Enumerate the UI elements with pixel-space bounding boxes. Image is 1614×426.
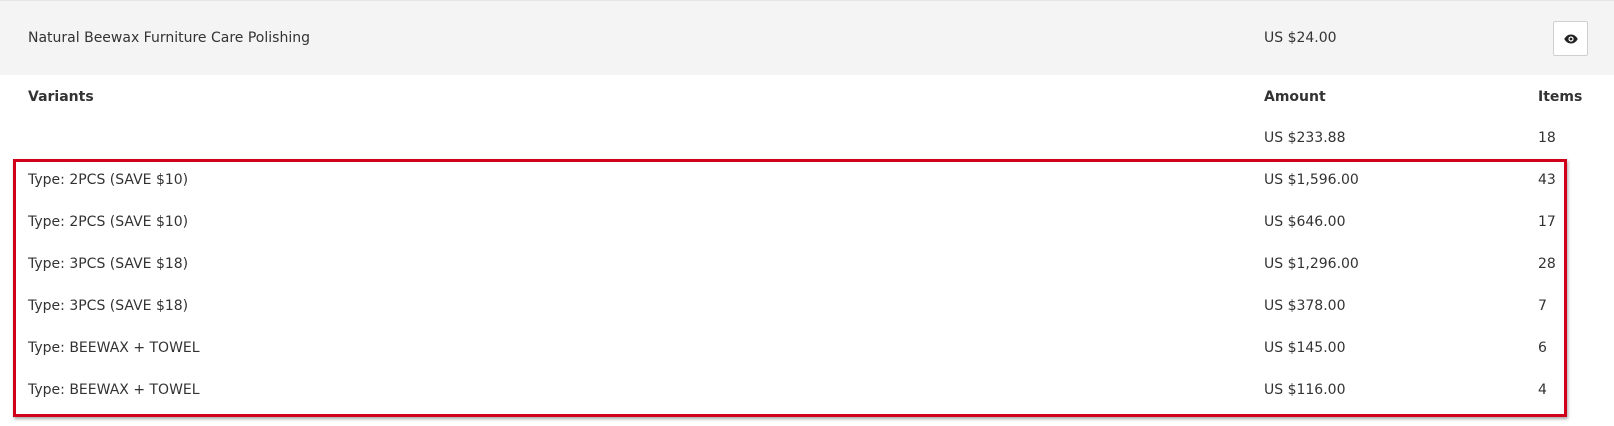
- amount-cell: US $233.88: [1264, 130, 1346, 146]
- amount-cell: US $1,596.00: [1264, 172, 1359, 188]
- variant-cell: Type: 3PCS (SAVE $18): [28, 256, 189, 272]
- items-cell: 43: [1538, 172, 1556, 188]
- items-cell: 18: [1538, 130, 1556, 146]
- variant-cell: Type: 2PCS (SAVE $10): [28, 214, 189, 230]
- items-cell: 17: [1538, 214, 1556, 230]
- variant-cell: Type: 3PCS (SAVE $18): [28, 298, 189, 314]
- product-price: US $24.00: [1264, 30, 1337, 46]
- eye-icon: [1563, 29, 1578, 48]
- amount-cell: US $116.00: [1264, 382, 1346, 398]
- view-button[interactable]: [1553, 21, 1588, 56]
- amount-cell: US $378.00: [1264, 298, 1346, 314]
- variant-cell: Type: BEEWAX + TOWEL: [28, 340, 200, 356]
- header-amount: Amount: [1264, 89, 1326, 105]
- amount-cell: US $1,296.00: [1264, 256, 1359, 272]
- header-items: Items: [1538, 89, 1583, 105]
- variant-cell: Type: 2PCS (SAVE $10): [28, 172, 189, 188]
- items-cell: 7: [1538, 298, 1547, 314]
- items-cell: 4: [1538, 382, 1547, 398]
- product-name: Natural Beewax Furniture Care Polishing: [28, 30, 310, 46]
- amount-cell: US $646.00: [1264, 214, 1346, 230]
- amount-cell: US $145.00: [1264, 340, 1346, 356]
- header-variants: Variants: [28, 89, 94, 105]
- variant-cell: Type: BEEWAX + TOWEL: [28, 382, 200, 398]
- items-cell: 6: [1538, 340, 1547, 356]
- variants-panel: Natural Beewax Furniture Care Polishing …: [0, 0, 1614, 426]
- product-row: Natural Beewax Furniture Care Polishing …: [0, 0, 1614, 75]
- items-cell: 28: [1538, 256, 1556, 272]
- highlight-box: [13, 159, 1567, 417]
